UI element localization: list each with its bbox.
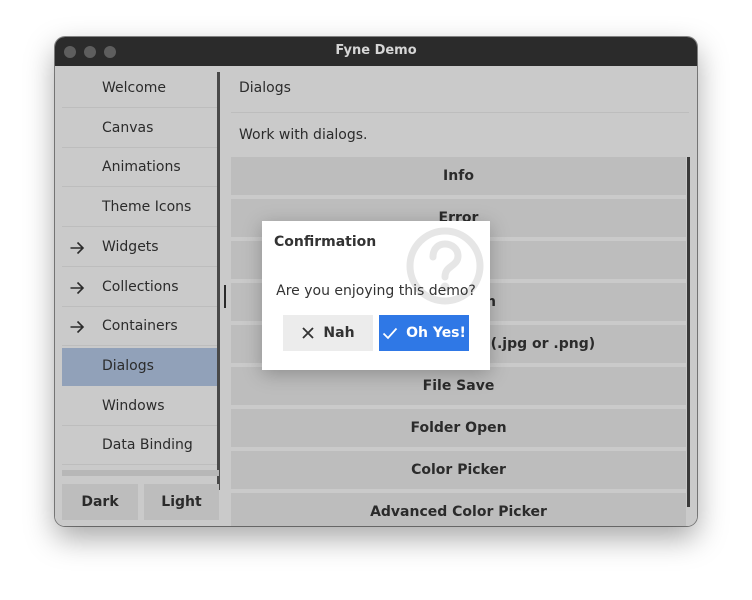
nah-button[interactable]: Nah — [283, 315, 373, 351]
dialog-message: Are you enjoying this demo? — [276, 283, 476, 299]
confirmation-dialog: Confirmation Are you enjoying this demo?… — [262, 221, 490, 370]
checkmark-icon — [382, 327, 398, 340]
window-title: Fyne Demo — [335, 43, 417, 58]
close-icon — [302, 327, 315, 339]
dialog-title: Confirmation — [274, 234, 377, 250]
nah-button-label: Nah — [323, 325, 355, 341]
oh-yes-button[interactable]: Oh Yes! — [379, 315, 469, 351]
oh-yes-button-label: Oh Yes! — [406, 325, 466, 341]
title-bar: Fyne Demo — [55, 37, 697, 66]
